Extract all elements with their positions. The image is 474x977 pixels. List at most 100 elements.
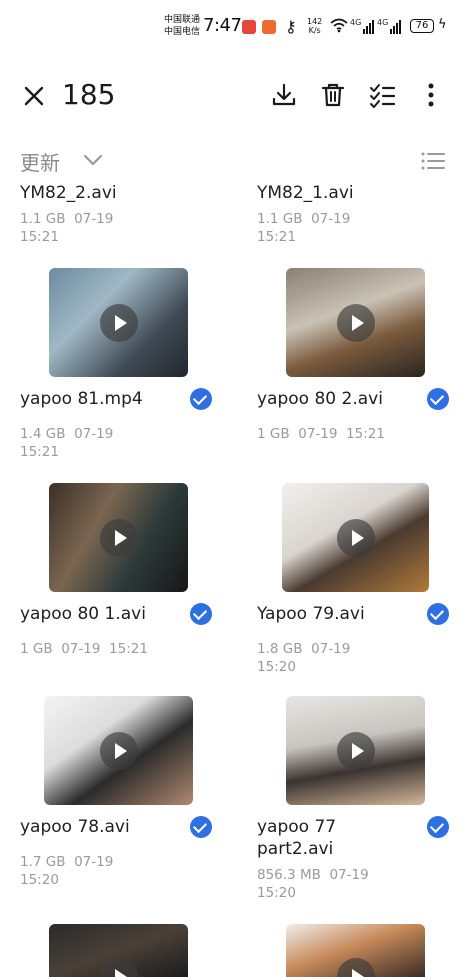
file-item[interactable]: yapoo 81.mp4 1.4 GB 07-19 15:21 bbox=[20, 268, 240, 468]
file-size: 1.4 GB bbox=[20, 426, 66, 442]
file-size: 856.3 MB bbox=[257, 867, 321, 883]
wifi-icon bbox=[330, 18, 348, 33]
carrier-2: 中国电信 bbox=[164, 27, 201, 37]
charging-icon: ϟ bbox=[438, 17, 447, 32]
file-meta: 856.3 MB 07-19 15:20 bbox=[257, 866, 369, 902]
status-bar: 中国联通 中国电信 7:47 ⚷ 142 K/s 4G 4G 76 ϟ bbox=[0, 0, 474, 50]
selected-count: 185 bbox=[62, 78, 116, 111]
signal-strength-2: 4G bbox=[377, 18, 402, 34]
selected-check-icon[interactable] bbox=[190, 388, 212, 410]
file-date: 07-19 bbox=[61, 641, 101, 657]
network-speed: 142 K/s bbox=[307, 17, 322, 35]
video-thumbnail[interactable] bbox=[49, 924, 188, 977]
file-meta: 1.1 GB 07-19 15:21 bbox=[257, 210, 350, 246]
file-time: 15:21 bbox=[20, 229, 59, 245]
network-type-2: 4G bbox=[377, 18, 389, 27]
file-time: 15:20 bbox=[20, 872, 59, 888]
file-name: yapoo 81.mp4 bbox=[20, 389, 143, 409]
file-size: 1 GB bbox=[257, 426, 290, 442]
play-icon bbox=[336, 518, 375, 557]
file-time: 15:21 bbox=[109, 641, 148, 657]
close-icon[interactable] bbox=[18, 80, 50, 112]
file-date: 07-19 bbox=[311, 211, 351, 227]
signal-strength-1: 4G bbox=[350, 18, 375, 34]
file-name-line-1: yapoo 77 bbox=[257, 817, 337, 837]
file-item[interactable]: yapoo 80 2.avi 1 GB 07-19 15:21 bbox=[257, 268, 474, 468]
network-speed-unit: K/s bbox=[308, 26, 321, 35]
chevron-down-icon[interactable] bbox=[82, 149, 104, 171]
file-date: 07-19 bbox=[74, 854, 114, 870]
file-item[interactable]: Yapoo 79.avi 1.8 GB 07-19 15:20 bbox=[257, 483, 474, 683]
more-button[interactable] bbox=[414, 78, 448, 112]
file-date: 07-19 bbox=[74, 426, 114, 442]
file-date: 07-19 bbox=[74, 211, 114, 227]
video-thumbnail[interactable] bbox=[286, 268, 425, 377]
selected-check-icon[interactable] bbox=[427, 603, 449, 625]
file-meta: 1.8 GB 07-19 15:20 bbox=[257, 640, 350, 676]
file-time: 15:21 bbox=[257, 229, 296, 245]
file-time: 15:21 bbox=[346, 426, 385, 442]
video-thumbnail[interactable] bbox=[286, 696, 425, 805]
file-meta: 1.1 GB 07-19 15:21 bbox=[20, 210, 113, 246]
file-date: 07-19 bbox=[329, 867, 369, 883]
file-size: 1.7 GB bbox=[20, 854, 66, 870]
file-item[interactable] bbox=[257, 924, 474, 977]
selection-toolbar: 185 bbox=[0, 68, 474, 124]
play-icon bbox=[99, 731, 138, 770]
select-all-button[interactable] bbox=[365, 78, 399, 112]
carrier-labels: 中国联通 中国电信 bbox=[164, 14, 200, 38]
file-meta: 1 GB 07-19 15:21 bbox=[20, 640, 148, 658]
file-meta: 1.4 GB 07-19 15:21 bbox=[20, 425, 113, 461]
clock: 7:47 bbox=[203, 15, 242, 36]
file-time: 15:21 bbox=[20, 444, 59, 460]
delete-icon bbox=[321, 83, 345, 107]
play-icon bbox=[336, 958, 375, 977]
file-name: yapoo 80 2.avi bbox=[257, 389, 383, 409]
play-icon bbox=[99, 303, 138, 342]
network-speed-value: 142 bbox=[307, 17, 323, 26]
file-name: yapoo 80 1.avi bbox=[20, 604, 146, 624]
notification-app-icon bbox=[262, 20, 276, 34]
file-name: yapoo 78.avi bbox=[20, 817, 130, 837]
file-size: 1.1 GB bbox=[20, 211, 66, 227]
play-icon bbox=[99, 958, 138, 977]
file-name: YM82_1.avi bbox=[257, 183, 354, 203]
video-thumbnail[interactable] bbox=[49, 268, 188, 377]
download-button[interactable] bbox=[267, 78, 301, 112]
vpn-key-icon: ⚷ bbox=[285, 17, 297, 36]
file-item[interactable] bbox=[20, 924, 240, 977]
delete-button[interactable] bbox=[316, 78, 350, 112]
file-name: yapoo 77 part2.avi bbox=[257, 816, 336, 860]
play-icon bbox=[336, 731, 375, 770]
file-name-line-2: part2.avi bbox=[257, 839, 334, 859]
file-meta: 1 GB 07-19 15:21 bbox=[257, 425, 385, 443]
video-thumbnail[interactable] bbox=[44, 696, 193, 805]
file-size: 1.8 GB bbox=[257, 641, 303, 657]
network-type-1: 4G bbox=[350, 18, 362, 27]
file-item[interactable]: yapoo 80 1.avi 1 GB 07-19 15:21 bbox=[20, 483, 240, 683]
download-icon bbox=[272, 83, 296, 106]
more-icon bbox=[428, 83, 434, 107]
selected-check-icon[interactable] bbox=[190, 603, 212, 625]
play-icon bbox=[99, 518, 138, 557]
file-item[interactable]: yapoo 78.avi 1.7 GB 07-19 15:20 bbox=[20, 696, 240, 896]
file-date: 07-19 bbox=[311, 641, 351, 657]
selected-check-icon[interactable] bbox=[427, 388, 449, 410]
selected-check-icon[interactable] bbox=[427, 816, 449, 838]
file-item[interactable]: yapoo 77 part2.avi 856.3 MB 07-19 15:20 bbox=[257, 696, 474, 906]
file-meta: 1.7 GB 07-19 15:20 bbox=[20, 853, 113, 889]
file-size: 1 GB bbox=[20, 641, 53, 657]
carrier-1: 中国联通 bbox=[164, 15, 201, 25]
notification-app-icon bbox=[242, 20, 256, 34]
file-name: YM82_2.avi bbox=[20, 183, 117, 203]
sort-label[interactable]: 更新 bbox=[20, 147, 60, 176]
sort-bar: 更新 bbox=[0, 145, 474, 177]
list-view-icon[interactable] bbox=[420, 149, 446, 173]
selected-check-icon[interactable] bbox=[190, 816, 212, 838]
video-thumbnail[interactable] bbox=[282, 483, 429, 592]
battery-icon: 76 bbox=[410, 19, 434, 33]
video-thumbnail[interactable] bbox=[49, 483, 188, 592]
video-thumbnail[interactable] bbox=[286, 924, 425, 977]
file-name: Yapoo 79.avi bbox=[257, 604, 365, 624]
select-all-icon bbox=[370, 84, 396, 108]
